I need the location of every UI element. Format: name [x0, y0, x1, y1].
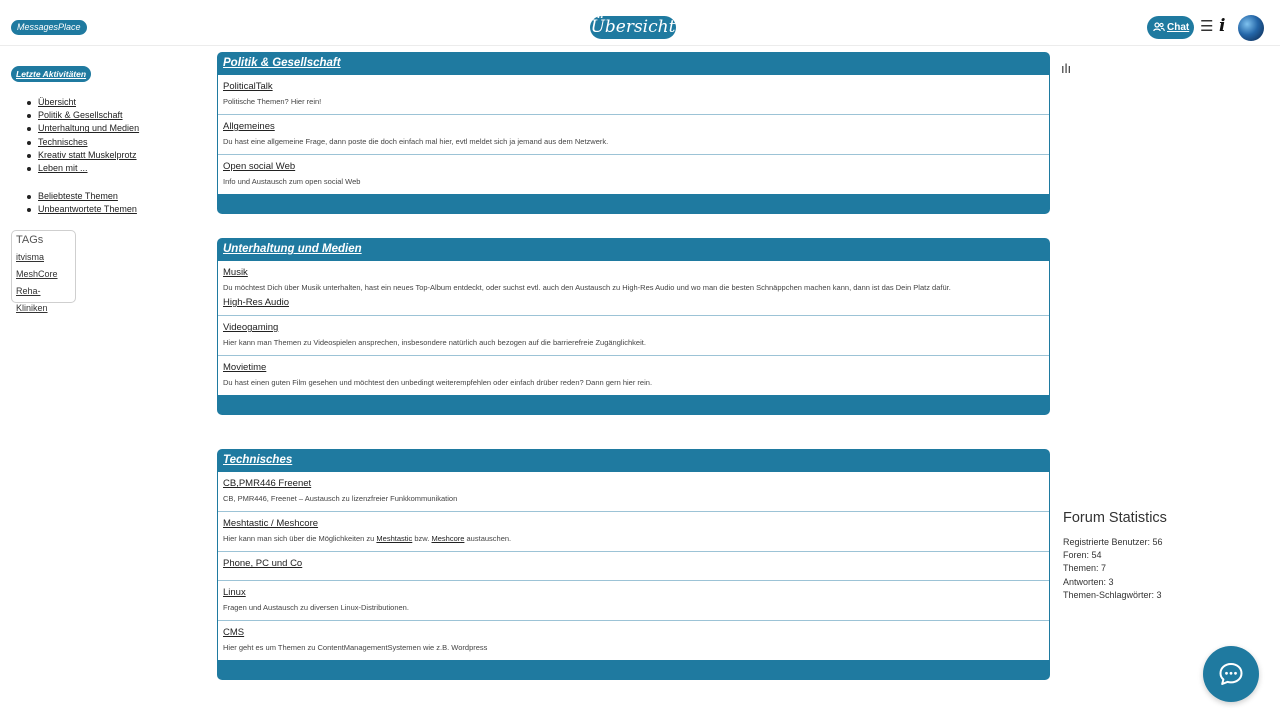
stat-row: Foren: 54 [1063, 550, 1102, 561]
forum-description: CB, PMR446, Freenet – Austausch zu lizen… [223, 494, 458, 503]
forum-title[interactable]: CMS [223, 626, 1044, 640]
forum-title[interactable]: Linux [223, 586, 1044, 600]
tag-link[interactable]: MeshCore [16, 266, 71, 283]
topic-nav: Beliebteste Themen Unbeantwortete Themen [27, 190, 137, 216]
nav-item-entertainment[interactable]: Unterhaltung und Medien [26, 122, 139, 135]
stat-row: Antworten: 3 [1063, 576, 1114, 587]
subforum-link[interactable]: High-Res Audio [223, 296, 1044, 309]
category-politics: Politik & Gesellschaft PoliticalTalk Pol… [217, 52, 1050, 214]
category-footer [217, 660, 1050, 680]
stat-row: Registrierte Benutzer: 56 [1063, 537, 1163, 547]
category-title[interactable]: Politik & Gesellschaft [217, 52, 1050, 75]
avatar[interactable] [1238, 15, 1264, 41]
nav-item-overview[interactable]: Übersicht [26, 96, 139, 109]
tag-link[interactable]: Reha-Kliniken [16, 283, 71, 317]
forum-list: Musik Du möchtest Dich über Musik unterh… [218, 261, 1049, 395]
bar-chart-icon[interactable]: ılı [1061, 61, 1071, 76]
forum-description: Hier geht es um Themen zu ContentManagem… [223, 643, 488, 652]
forum-title[interactable]: Meshtastic / Meshcore [223, 517, 1044, 531]
category-footer [217, 194, 1050, 214]
nav-item-politics[interactable]: Politik & Gesellschaft [26, 109, 139, 122]
forum-item: CMS Hier geht es um Themen zu ContentMan… [218, 621, 1049, 660]
meshcore-link[interactable]: Meshcore [431, 534, 464, 543]
tags-title: TAGs [16, 234, 44, 246]
forum-item: Open social Web Info und Austausch zum o… [218, 155, 1049, 194]
brand-logo[interactable]: MessagesPlace [11, 20, 87, 35]
category-technical: Technisches CB,PMR446 Freenet CB, PMR446… [217, 449, 1050, 680]
desc-text: bzw. [414, 534, 430, 543]
forum-item: CB,PMR446 Freenet CB, PMR446, Freenet – … [218, 472, 1049, 512]
nav-item-technical[interactable]: Technisches [26, 136, 139, 149]
stat-row: Themen: 7 [1063, 563, 1107, 574]
forum-title[interactable]: Allgemeines [223, 120, 1044, 134]
stats-title: Forum Statistics [1063, 510, 1167, 526]
forum-item: Meshtastic / Meshcore Hier kann man sich… [218, 512, 1049, 552]
forum-title[interactable]: Phone, PC und Co [223, 557, 1044, 571]
chat-fab-button[interactable] [1203, 646, 1259, 702]
forum-statistics: Forum Statistics Registrierte Benutzer: … [1063, 510, 1253, 602]
info-icon[interactable]: i [1219, 16, 1225, 36]
forum-title[interactable]: PoliticalTalk [223, 80, 1044, 94]
forum-description: Du hast eine allgemeine Frage, dann post… [223, 137, 609, 146]
forum-title[interactable]: Open social Web [223, 160, 1044, 174]
forum-title[interactable]: Movietime [223, 361, 1044, 375]
forum-list: CB,PMR446 Freenet CB, PMR446, Freenet – … [218, 472, 1049, 660]
category-entertainment: Unterhaltung und Medien Musik Du möchtes… [217, 238, 1050, 415]
page-title: Übersicht [590, 16, 676, 39]
chat-bubble-icon [1219, 663, 1243, 685]
chat-label: Chat [1167, 22, 1190, 33]
chat-button[interactable]: Chat [1147, 16, 1194, 39]
forum-item: Movietime Du hast einen guten Film geseh… [218, 356, 1049, 395]
recent-activity-button[interactable]: Letzte Aktivitäten [11, 66, 92, 82]
forum-description: Info und Austausch zum open social Web [223, 177, 361, 186]
forum-item: Phone, PC und Co [218, 552, 1049, 581]
nav-item-creative[interactable]: Kreativ statt Muskelprotz [26, 149, 139, 162]
forum-description: Du möchtest Dich über Musik unterhalten,… [223, 283, 951, 292]
stat-row: Themen-Schlagwörter: 3 [1063, 589, 1162, 600]
forum-nav: Übersicht Politik & Gesellschaft Unterha… [26, 96, 139, 175]
forum-title[interactable]: Musik [223, 266, 1044, 280]
desc-text: austauschen. [466, 534, 512, 543]
tag-link[interactable]: itvisma [16, 249, 71, 266]
meshtastic-link[interactable]: Meshtastic [376, 534, 412, 543]
forum-item: Allgemeines Du hast eine allgemeine Frag… [218, 115, 1049, 155]
forum-title[interactable]: Videogaming [223, 321, 1044, 335]
forum-item: Musik Du möchtest Dich über Musik unterh… [218, 261, 1049, 316]
tags-box: TAGs itvisma MeshCore Reha-Kliniken [11, 230, 76, 313]
nav-item-popular-topics[interactable]: Beliebteste Themen [27, 190, 137, 203]
desc-text: Hier kann man sich über die Möglichkeite… [223, 534, 375, 543]
category-footer [217, 395, 1050, 415]
forum-description: Du hast einen guten Film gesehen und möc… [223, 378, 653, 387]
forum-description: Hier kann man sich über die Möglichkeite… [223, 533, 1044, 545]
nav-item-living[interactable]: Leben mit ... [26, 162, 139, 175]
forum-description: Fragen und Austausch zu diversen Linux-D… [223, 603, 409, 612]
users-icon [1153, 22, 1165, 32]
forum-item: PoliticalTalk Politische Themen? Hier re… [218, 75, 1049, 115]
hamburger-icon[interactable]: ☰ [1200, 18, 1213, 36]
category-title[interactable]: Unterhaltung und Medien [217, 238, 1050, 261]
forum-item: Linux Fragen und Austausch zu diversen L… [218, 581, 1049, 621]
category-title[interactable]: Technisches [217, 449, 1050, 472]
forum-title[interactable]: CB,PMR446 Freenet [223, 477, 1044, 491]
top-bar: MessagesPlace Übersicht Chat ☰ i [0, 0, 1280, 46]
forum-item: Videogaming Hier kann man Themen zu Vide… [218, 316, 1049, 356]
forum-list: PoliticalTalk Politische Themen? Hier re… [218, 75, 1049, 194]
nav-item-unanswered-topics[interactable]: Unbeantwortete Themen [27, 203, 137, 216]
forum-description: Politische Themen? Hier rein! [223, 97, 322, 106]
forum-description: Hier kann man Themen zu Videospielen ans… [223, 338, 646, 347]
